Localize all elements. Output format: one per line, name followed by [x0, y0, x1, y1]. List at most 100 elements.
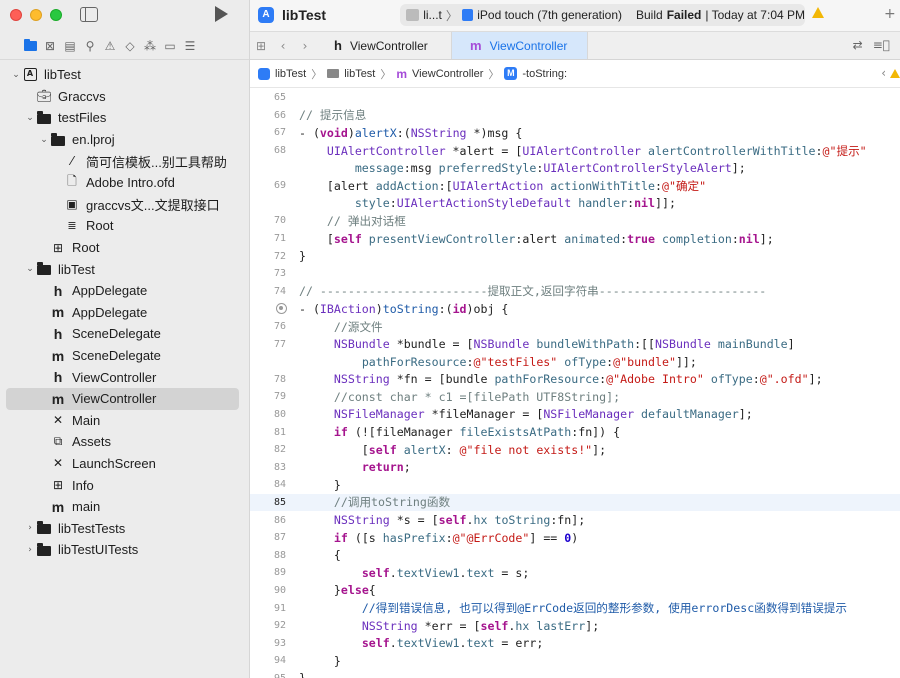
code-line[interactable]: 77 NSBundle *bundle = [NSBundle bundleWi…: [250, 335, 900, 353]
disclosure-chevron-icon[interactable]: ⌄: [24, 113, 36, 123]
tree-item[interactable]: › libTestTests: [0, 517, 249, 539]
tree-item[interactable]: › libTestUITests: [0, 539, 249, 561]
back-icon[interactable]: ‹: [272, 32, 294, 59]
code-line[interactable]: 79 //const char * c1 =[filePath UTF8Stri…: [250, 388, 900, 406]
issue-navigator-icon[interactable]: ⚠: [100, 38, 120, 54]
tree-item[interactable]: h ViewController: [0, 366, 249, 388]
code-text: [alert addAction:[UIAlertAction actionWi…: [292, 178, 707, 193]
code-line[interactable]: 95 }: [250, 670, 900, 678]
code-line[interactable]: 66 // 提示信息: [250, 107, 900, 125]
code-line[interactable]: style:UIAlertActionStyleDefault handler:…: [250, 195, 900, 213]
breadcrumb-project[interactable]: libTest: [275, 68, 306, 80]
code-line[interactable]: 83 return;: [250, 458, 900, 476]
code-line[interactable]: 91 //得到错误信息, 也可以得到@ErrCode返回的整形参数, 使用err…: [250, 599, 900, 617]
disclosure-chevron-icon[interactable]: ⌄: [10, 70, 22, 80]
sidebar-toggle-icon[interactable]: [80, 7, 98, 22]
source-control-navigator-icon[interactable]: ⊠: [40, 38, 60, 54]
add-icon[interactable]: +: [884, 6, 896, 22]
code-line[interactable]: 94 }: [250, 652, 900, 670]
forward-icon[interactable]: ›: [294, 32, 316, 59]
code-line[interactable]: 82 [self alertX: @"file not exists!"];: [250, 441, 900, 459]
code-line[interactable]: 86 NSString *s = [self.hx toString:fn];: [250, 511, 900, 529]
code-line[interactable]: 84 }: [250, 476, 900, 494]
editor-tab[interactable]: h ViewController: [316, 32, 452, 59]
code-line[interactable]: 68 UIAlertController *alert = [UIAlertCo…: [250, 142, 900, 160]
code-line[interactable]: pathForResource:@"testFiles" ofType:@"bu…: [250, 353, 900, 371]
code-line[interactable]: 76 //源文件: [250, 318, 900, 336]
tree-item[interactable]: ⊞ Root: [0, 237, 249, 259]
disclosure-chevron-icon[interactable]: ›: [24, 545, 36, 555]
minimize-window-button[interactable]: [30, 9, 42, 21]
disclosure-chevron-icon[interactable]: ›: [24, 523, 36, 533]
tree-item[interactable]: ⌄ AlibTest: [0, 64, 249, 86]
warning-icon[interactable]: [812, 7, 824, 18]
code-line[interactable]: 88 {: [250, 546, 900, 564]
action-connection-icon[interactable]: [276, 303, 287, 315]
project-navigator-folder-icon[interactable]: [20, 38, 40, 54]
disclosure-chevron-icon[interactable]: ⌄: [38, 135, 50, 145]
symbol-navigator-icon[interactable]: ▤: [60, 38, 80, 54]
tree-item[interactable]: h SceneDelegate: [0, 323, 249, 345]
code-line[interactable]: 89 self.textView1.text = s;: [250, 564, 900, 582]
code-line[interactable]: 71 [self presentViewController:alert ani…: [250, 230, 900, 248]
code-line[interactable]: 80 NSFileManager *fileManager = [NSFileM…: [250, 406, 900, 424]
code-line[interactable]: 78 NSString *fn = [bundle pathForResourc…: [250, 371, 900, 389]
split-editor-icon[interactable]: ≡⃞: [873, 38, 890, 52]
tree-item[interactable]: ▣ graccvs文...文提取接口: [0, 194, 249, 216]
report-navigator-icon[interactable]: ☰: [180, 38, 200, 54]
breakpoint-navigator-icon[interactable]: ▭: [160, 38, 180, 54]
code-line[interactable]: 92 NSString *err = [self.hx lastErr];: [250, 617, 900, 635]
close-window-button[interactable]: [10, 9, 22, 21]
tree-item[interactable]: m AppDelegate: [0, 302, 249, 324]
grid-icon[interactable]: ⊞: [250, 32, 272, 59]
activity-status-bar[interactable]: li...t 〉 iPod touch (7th generation) Bui…: [400, 4, 805, 26]
test-navigator-icon[interactable]: ◇: [120, 38, 140, 54]
tree-item[interactable]: ⧉ Assets: [0, 431, 249, 453]
code-line[interactable]: 93 self.textView1.text = err;: [250, 634, 900, 652]
zoom-window-button[interactable]: [50, 9, 62, 21]
storyboard-icon: ✕: [52, 456, 64, 471]
tree-item[interactable]: ≣ Root: [0, 215, 249, 237]
code-line[interactable]: 75 - (IBAction)toString:(id)obj {: [250, 300, 900, 318]
code-line[interactable]: 74 // ------------------------提取正文,返回字符串…: [250, 283, 900, 301]
tree-item[interactable]: ⌄ testFiles: [0, 107, 249, 129]
tree-item[interactable]: 💼︎ Graccvs: [0, 86, 249, 108]
tree-item[interactable]: m main: [0, 496, 249, 518]
editor-tab-label: ViewController: [349, 38, 428, 53]
breadcrumb-file[interactable]: ViewController: [412, 68, 483, 80]
source-editor[interactable]: 65 66 // 提示信息 67 - (void)alertX:(NSString…: [250, 89, 900, 678]
code-line[interactable]: 65: [250, 89, 900, 107]
tree-item[interactable]: h AppDelegate: [0, 280, 249, 302]
tree-item[interactable]: m SceneDelegate: [0, 345, 249, 367]
code-line[interactable]: message:msg preferredStyle:UIAlertContro…: [250, 159, 900, 177]
code-line[interactable]: 67 - (void)alertX:(NSString *)msg {: [250, 124, 900, 142]
tree-item[interactable]: ✕ LaunchScreen: [0, 453, 249, 475]
code-line[interactable]: 73: [250, 265, 900, 283]
code-line[interactable]: 85 //调用toString函数: [250, 493, 900, 512]
refresh-icon[interactable]: ⇄: [853, 38, 863, 52]
run-button[interactable]: [215, 6, 228, 22]
chevron-left-icon[interactable]: ‹: [881, 66, 886, 80]
code-line[interactable]: 69 [alert addAction:[UIAlertAction actio…: [250, 177, 900, 195]
breadcrumb-symbol[interactable]: -toString:: [522, 68, 567, 80]
code-line[interactable]: 81 if (![fileManager fileExistsAtPath:fn…: [250, 423, 900, 441]
code-line[interactable]: 90 }else{: [250, 582, 900, 600]
code-line[interactable]: 87 if ([s hasPrefix:@"@ErrCode"] == 0): [250, 529, 900, 547]
warning-icon[interactable]: [890, 69, 900, 78]
run-destination[interactable]: iPod touch (7th generation): [477, 8, 622, 22]
tree-item[interactable]: ⊞ Info: [0, 474, 249, 496]
editor-tab[interactable]: m ViewController: [452, 32, 588, 59]
code-line[interactable]: 70 // 弹出对话框: [250, 212, 900, 230]
disclosure-chevron-icon[interactable]: ⌄: [24, 264, 36, 274]
tree-item[interactable]: ⁄ 简可信模板...别工具帮助: [0, 150, 249, 172]
tree-item[interactable]: 🗋︎ Adobe Intro.ofd: [0, 172, 249, 194]
tree-item[interactable]: ⌄ en.lproj: [0, 129, 249, 151]
scheme-name[interactable]: li...t: [423, 8, 442, 22]
breadcrumb-group[interactable]: libTest: [344, 68, 375, 80]
tree-item[interactable]: ✕ Main: [0, 410, 249, 432]
find-navigator-icon[interactable]: ⚲: [80, 38, 100, 54]
tree-item[interactable]: m ViewController: [6, 387, 239, 410]
code-line[interactable]: 72 }: [250, 247, 900, 265]
debug-navigator-icon[interactable]: ⁂: [140, 38, 160, 54]
tree-item[interactable]: ⌄ libTest: [0, 258, 249, 280]
